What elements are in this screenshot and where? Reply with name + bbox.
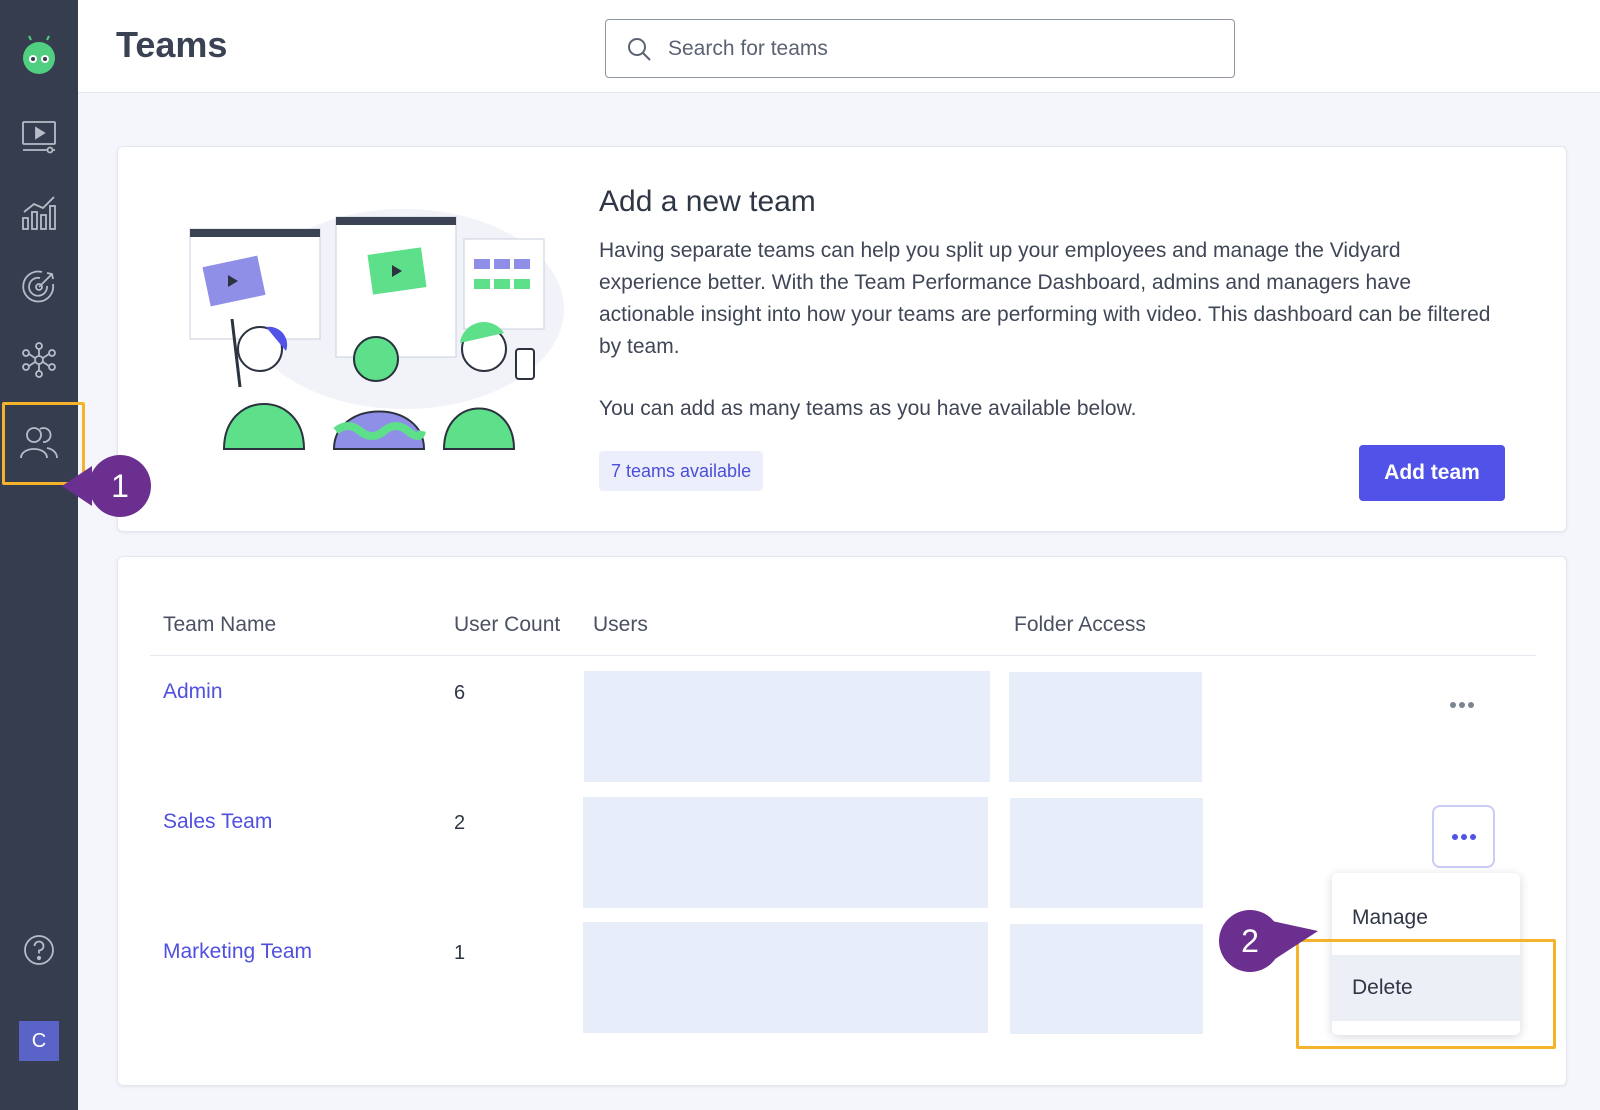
callout-number: 2 bbox=[1241, 923, 1259, 959]
avatar[interactable]: C bbox=[19, 1021, 59, 1061]
teams-available-badge: 7 teams available bbox=[599, 451, 764, 491]
team-illustration bbox=[189, 209, 564, 450]
sidebar: C bbox=[0, 0, 78, 1110]
folder-access-cell bbox=[1010, 798, 1203, 908]
callout-step-2: 2 bbox=[1214, 907, 1320, 973]
callout-step-1: 1 bbox=[60, 452, 160, 518]
add-team-card: Add a new team Having separate teams can… bbox=[117, 146, 1567, 532]
analytics-icon[interactable] bbox=[0, 183, 78, 243]
callout-number: 1 bbox=[111, 468, 129, 504]
help-icon[interactable] bbox=[0, 920, 78, 980]
video-icon[interactable] bbox=[0, 107, 78, 167]
row-more-button[interactable] bbox=[1433, 676, 1491, 734]
users-cell bbox=[583, 922, 988, 1033]
add-team-button[interactable]: Add team bbox=[1359, 445, 1505, 501]
user-count: 6 bbox=[454, 682, 466, 704]
column-header-folder-access: Folder Access bbox=[1014, 613, 1146, 636]
integrations-icon[interactable] bbox=[0, 330, 78, 390]
add-team-note: You can add as many teams as you have av… bbox=[599, 397, 1137, 420]
delete-highlight-box bbox=[1296, 939, 1556, 1049]
column-header-team-name: Team Name bbox=[163, 613, 277, 636]
add-team-title: Add a new team bbox=[599, 185, 816, 218]
team-name-link[interactable]: Sales Team bbox=[163, 810, 272, 834]
header: Teams bbox=[78, 0, 1600, 93]
add-team-description: Having separate teams can help you split… bbox=[599, 239, 1491, 358]
search-input[interactable] bbox=[668, 36, 1208, 61]
users-cell bbox=[583, 797, 988, 908]
logo-icon[interactable] bbox=[18, 34, 60, 76]
column-header-user-count: User Count bbox=[454, 613, 561, 636]
team-name-link[interactable]: Admin bbox=[163, 680, 223, 704]
target-icon[interactable] bbox=[0, 257, 78, 317]
team-name-link[interactable]: Marketing Team bbox=[163, 940, 312, 964]
row-more-button-active[interactable] bbox=[1432, 805, 1495, 868]
search-icon bbox=[628, 37, 651, 61]
table-header-divider bbox=[150, 655, 1536, 656]
folder-access-cell bbox=[1009, 672, 1202, 782]
folder-access-cell bbox=[1010, 924, 1203, 1034]
more-icon bbox=[1451, 833, 1476, 840]
user-count: 2 bbox=[454, 812, 466, 834]
page-title: Teams bbox=[116, 24, 228, 65]
user-count: 1 bbox=[454, 942, 466, 964]
column-header-users: Users bbox=[593, 613, 648, 636]
users-cell bbox=[584, 671, 990, 782]
more-icon bbox=[1450, 702, 1474, 708]
search-box[interactable] bbox=[605, 19, 1235, 78]
